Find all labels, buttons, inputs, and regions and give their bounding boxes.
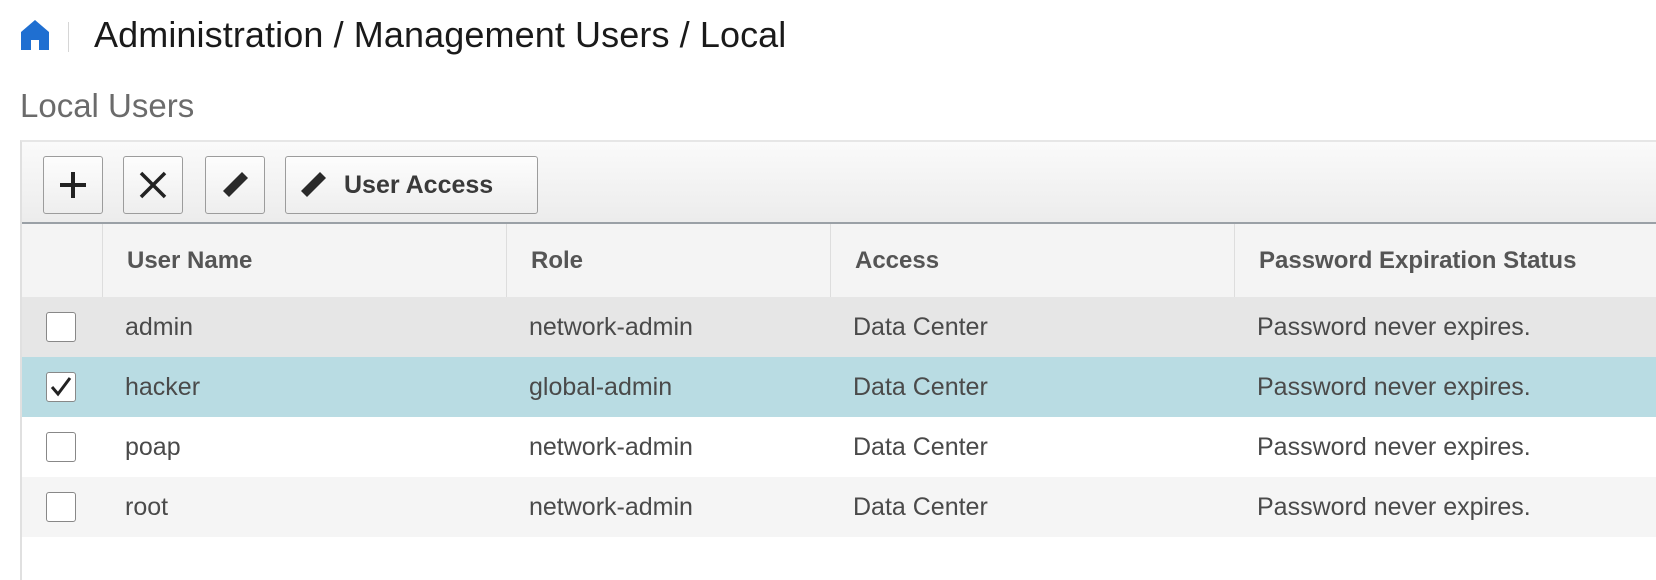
table-row[interactable]: root network-admin Data Center Password … (22, 477, 1656, 537)
cell-user-name: poap (125, 433, 181, 461)
header-role[interactable]: Role (507, 224, 831, 297)
users-panel: User Access User Name Role Access Passwo… (20, 140, 1656, 580)
cell-role: network-admin (529, 433, 693, 461)
cell-access: Data Center (853, 313, 988, 341)
cell-access: Data Center (853, 493, 988, 521)
cell-password-status: Password never expires. (1257, 373, 1531, 401)
pencil-icon (298, 170, 328, 200)
divider (68, 22, 69, 52)
user-access-button[interactable]: User Access (285, 156, 538, 214)
top-bar: Administration / Management Users / Loca… (0, 0, 1656, 76)
row-checkbox[interactable] (46, 372, 76, 402)
cell-user-name: hacker (125, 373, 201, 401)
table-row[interactable]: hacker global-admin Data Center Password… (22, 357, 1656, 417)
header-password-expiration[interactable]: Password Expiration Status (1235, 224, 1656, 297)
table-row[interactable]: admin network-admin Data Center Password… (22, 297, 1656, 357)
table-row[interactable]: poap network-admin Data Center Password … (22, 417, 1656, 477)
page-title: Local Users (20, 87, 195, 124)
cell-access: Data Center (853, 373, 988, 401)
header-access[interactable]: Access (831, 224, 1235, 297)
pencil-icon (220, 170, 250, 200)
row-checkbox[interactable] (46, 312, 76, 342)
row-checkbox[interactable] (46, 432, 76, 462)
cell-access: Data Center (853, 433, 988, 461)
row-checkbox[interactable] (46, 492, 76, 522)
cell-password-status: Password never expires. (1257, 433, 1531, 461)
cell-role: network-admin (529, 493, 693, 521)
header-user-name[interactable]: User Name (103, 224, 507, 297)
user-access-label: User Access (344, 170, 494, 199)
toolbar: User Access (22, 142, 1656, 224)
add-user-button[interactable] (43, 156, 103, 214)
close-icon (138, 170, 168, 200)
delete-user-button[interactable] (123, 156, 183, 214)
cell-user-name: admin (125, 313, 194, 341)
table-header: User Name Role Access Password Expiratio… (22, 224, 1656, 297)
plus-icon (58, 170, 88, 200)
breadcrumb: Administration / Management Users / Loca… (94, 14, 787, 55)
home-icon[interactable] (20, 19, 50, 51)
cell-role: global-admin (529, 373, 673, 401)
cell-password-status: Password never expires. (1257, 313, 1531, 341)
cell-role: network-admin (529, 313, 693, 341)
edit-user-button[interactable] (205, 156, 265, 214)
cell-user-name: root (125, 493, 169, 521)
cell-password-status: Password never expires. (1257, 493, 1531, 521)
header-select-column (22, 224, 103, 297)
